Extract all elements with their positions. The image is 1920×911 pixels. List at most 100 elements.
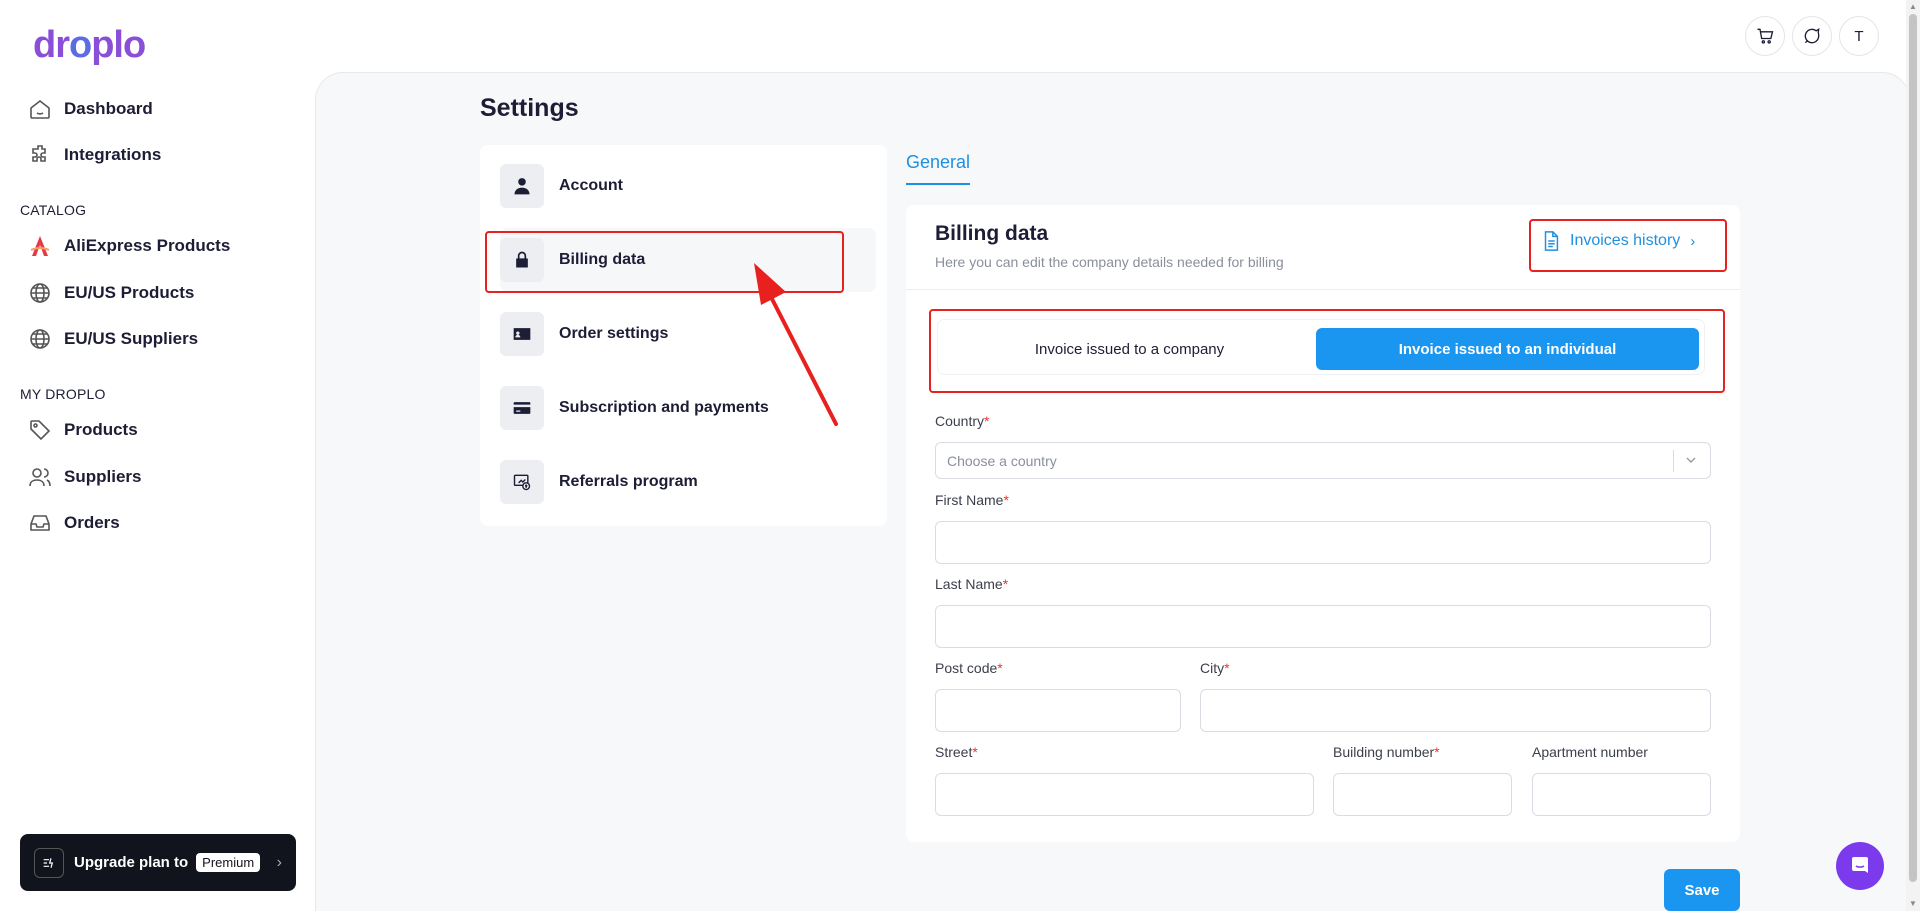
sidebar-item-integrations[interactable]: Integrations <box>28 138 161 172</box>
chevron-right-icon: › <box>1690 232 1696 250</box>
apartment-number-label-text: Apartment number <box>1532 744 1648 760</box>
billing-data-title: Billing data <box>935 222 1049 245</box>
last-name-label: Last Name* <box>935 576 1008 592</box>
avatar-letter: T <box>1854 27 1864 45</box>
id-card-icon <box>500 312 544 356</box>
user-icon <box>500 164 544 208</box>
sidebar-item-label: Orders <box>64 513 120 532</box>
sidebar-item-dashboard[interactable]: Dashboard <box>28 92 153 126</box>
apartment-number-input[interactable] <box>1532 773 1711 816</box>
settings-menu-account[interactable]: Account <box>500 154 876 218</box>
required-mark: * <box>997 660 1003 676</box>
logo-text-part: dr <box>33 24 70 66</box>
referral-icon <box>500 460 544 504</box>
select-separator <box>1673 450 1674 472</box>
scroll-up-arrow[interactable]: ▲ <box>1909 2 1917 11</box>
puzzle-icon <box>32 145 46 162</box>
invoice-type-toggle: Invoice issued to a company Invoice issu… <box>938 320 1704 374</box>
post-code-label: Post code* <box>935 660 1003 676</box>
globe-icon <box>30 329 50 349</box>
required-mark: * <box>1224 660 1230 676</box>
aliexpress-icon <box>30 236 50 256</box>
required-mark: * <box>972 744 978 760</box>
settings-menu-billing-data[interactable]: Billing data <box>500 228 876 292</box>
settings-menu-subscription[interactable]: Subscription and payments <box>500 376 876 440</box>
first-name-label-text: First Name <box>935 492 1004 508</box>
country-label-text: Country <box>935 413 985 429</box>
sidebar-item-label: Products <box>64 420 138 439</box>
street-label: Street* <box>935 744 978 760</box>
settings-menu: Account Billing data Order settings Subs… <box>480 145 887 526</box>
building-number-label: Building number* <box>1333 744 1440 760</box>
chevron-right-icon: › <box>276 853 282 871</box>
sidebar-item-products[interactable]: Products <box>28 413 138 447</box>
divider <box>906 289 1740 290</box>
home-icon <box>30 99 50 119</box>
settings-menu-label: Order settings <box>559 325 669 342</box>
sidebar-item-eu-us-suppliers[interactable]: EU/US Suppliers <box>28 322 198 356</box>
chat-icon <box>1852 857 1868 873</box>
premium-badge: Premium <box>196 853 261 872</box>
settings-menu-label: Referrals program <box>559 473 698 490</box>
sidebar-item-label: EU/US Suppliers <box>64 329 199 348</box>
invoices-history-link[interactable]: Invoices history › <box>1540 230 1695 252</box>
first-name-input[interactable] <box>935 521 1711 564</box>
support-chat-button[interactable] <box>1792 16 1832 56</box>
street-label-text: Street <box>935 744 973 760</box>
settings-menu-order-settings[interactable]: Order settings <box>500 302 876 366</box>
settings-menu-referrals[interactable]: Referrals program <box>500 450 876 514</box>
logo-text-part: o <box>69 24 92 66</box>
building-number-label-text: Building number <box>1333 744 1435 760</box>
chevron-down-icon <box>1686 457 1696 463</box>
upgrade-plan-button[interactable]: Upgrade plan to Premium › <box>20 834 296 891</box>
street-input[interactable] <box>935 773 1314 816</box>
document-icon <box>1544 231 1559 251</box>
user-avatar-button[interactable]: T <box>1839 16 1879 56</box>
chat-widget-button[interactable] <box>1836 842 1884 890</box>
credit-card-icon <box>500 386 544 430</box>
country-label: Country* <box>935 413 989 429</box>
logo-text-part: plo <box>91 24 146 66</box>
invoice-individual-option[interactable]: Invoice issued to an individual <box>1316 328 1699 370</box>
cart-icon <box>1757 28 1774 44</box>
users-icon <box>29 468 51 487</box>
sidebar-item-aliexpress-products[interactable]: AliExpress Products <box>28 229 230 263</box>
settings-menu-label: Account <box>559 177 623 194</box>
scroll-down-arrow[interactable]: ▼ <box>1909 899 1917 908</box>
tab-general[interactable]: General <box>906 152 971 185</box>
page-scrollbar[interactable]: ▲ ▼ <box>1906 0 1920 911</box>
city-input[interactable] <box>1200 689 1711 732</box>
required-mark: * <box>984 413 990 429</box>
last-name-input[interactable] <box>935 605 1711 648</box>
sidebar-item-label: Dashboard <box>64 99 153 118</box>
invoice-company-option[interactable]: Invoice issued to a company <box>938 328 1321 370</box>
city-label: City* <box>1200 660 1230 676</box>
country-select[interactable]: Choose a country <box>935 442 1711 479</box>
post-code-label-text: Post code <box>935 660 998 676</box>
my-droplo-section-title: MY DROPLO <box>20 386 106 402</box>
settings-menu-label: Billing data <box>559 251 646 268</box>
catalog-section-title: CATALOG <box>20 202 87 218</box>
required-mark: * <box>1434 744 1440 760</box>
sidebar-item-label: EU/US Products <box>64 283 195 302</box>
building-number-input[interactable] <box>1333 773 1512 816</box>
sidebar-item-orders[interactable]: Orders <box>28 506 120 540</box>
inbox-icon <box>30 515 50 531</box>
required-mark: * <box>1002 576 1009 592</box>
scrollbar-thumb[interactable] <box>1909 14 1917 882</box>
last-name-label-text: Last Name <box>935 576 1003 592</box>
sidebar-item-eu-us-products[interactable]: EU/US Products <box>28 276 194 310</box>
droplo-logo[interactable]: droplo <box>33 24 146 67</box>
post-code-input[interactable] <box>935 689 1181 732</box>
sidebar-item-label: Integrations <box>64 145 162 164</box>
save-button[interactable]: Save <box>1664 869 1740 911</box>
cart-button[interactable] <box>1745 16 1785 56</box>
page-title: Settings <box>480 94 579 122</box>
sidebar-item-suppliers[interactable]: Suppliers <box>28 460 141 494</box>
upgrade-label: Upgrade plan to <box>74 854 189 871</box>
globe-icon <box>30 283 50 303</box>
required-mark: * <box>1003 492 1009 508</box>
apartment-number-label: Apartment number <box>1532 744 1648 760</box>
lock-icon <box>500 238 544 282</box>
city-label-text: City <box>1200 660 1225 676</box>
